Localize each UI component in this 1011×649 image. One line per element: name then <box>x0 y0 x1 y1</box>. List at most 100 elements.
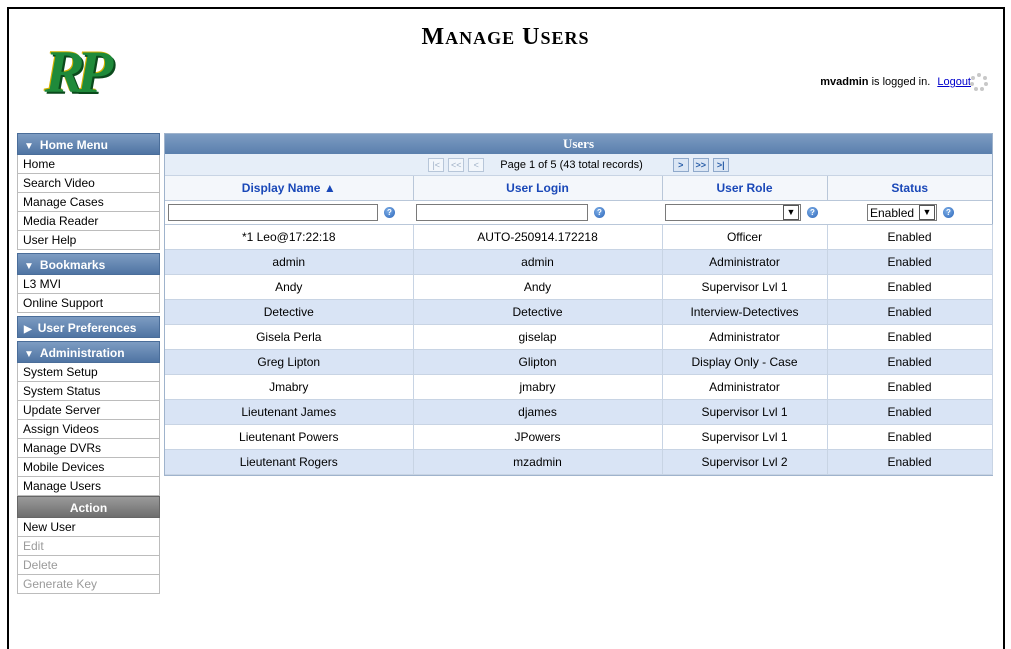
column-header-status[interactable]: Status <box>827 176 992 201</box>
next-5-pages-icon[interactable]: >> <box>692 157 709 172</box>
sidebar-item-assign-videos[interactable]: Assign Videos <box>17 420 160 439</box>
sidebar-item-l3-mvi[interactable]: L3 MVI <box>17 275 160 294</box>
table-row[interactable]: *1 Leo@17:22:18 AUTO-250914.172218 Officer… <box>165 224 993 250</box>
user-login-cell: Detective <box>413 299 663 325</box>
home-menu-header[interactable]: ▼ Home Menu <box>17 133 160 155</box>
display-name-cell: Lieutenant Rogers <box>165 449 414 475</box>
expand-triangle-icon: ▶ <box>24 324 32 335</box>
table-row[interactable]: Gisela Perla giselap Administrator Enabled <box>165 324 993 350</box>
help-icon[interactable]: ? <box>807 207 818 218</box>
status-cell: Enabled <box>827 299 993 325</box>
status-cell: Enabled <box>827 274 993 300</box>
table-row[interactable]: Jmabry jmabry Administrator Enabled <box>165 374 993 400</box>
delete-button[interactable]: Delete <box>17 556 160 575</box>
table-row[interactable]: Lieutenant Rogers mzadmin Supervisor Lvl 2… <box>165 449 993 475</box>
chevron-down-icon: ▼ <box>919 205 935 220</box>
section-title: Bookmarks <box>39 258 106 272</box>
help-icon[interactable]: ? <box>384 207 395 218</box>
user-role-filter-select[interactable]: ▼ <box>665 204 801 221</box>
user-role-cell: Supervisor Lvl 1 <box>662 274 828 300</box>
table-row[interactable]: admin admin Administrator Enabled <box>165 249 993 275</box>
title-rest: ANAGE <box>445 28 516 48</box>
user-login-cell: AUTO-250914.172218 <box>413 224 663 250</box>
user-role-cell: Supervisor Lvl 1 <box>662 424 828 450</box>
section-title: Administration <box>39 346 125 360</box>
user-login-cell: mzadmin <box>413 449 663 475</box>
table-row[interactable]: Greg Lipton Glipton Display Only - Case Ena… <box>165 349 993 375</box>
next-page-icon[interactable]: > <box>672 157 689 172</box>
user-role-cell: Supervisor Lvl 2 <box>662 449 828 475</box>
section-title: User Preferences <box>37 321 137 335</box>
user-login-cell: jmabry <box>413 374 663 400</box>
user-role-cell: Administrator <box>662 324 828 350</box>
administration-header[interactable]: ▼ Administration <box>17 341 160 363</box>
display-name-cell: Greg Lipton <box>165 349 414 375</box>
user-preferences-header[interactable]: ▶ User Preferences <box>17 316 160 338</box>
bookmarks-header[interactable]: ▼ Bookmarks <box>17 253 160 275</box>
title-cap: U <box>522 24 541 50</box>
column-header-user-role[interactable]: User Role <box>662 176 828 201</box>
page-title: MANAGE USERS <box>0 24 1011 51</box>
user-login-filter-input[interactable] <box>416 204 588 221</box>
user-login-cell: djames <box>413 399 663 425</box>
help-icon[interactable]: ? <box>594 207 605 218</box>
logged-in-text: is logged in. <box>871 76 931 88</box>
table-row[interactable]: Lieutenant James djames Supervisor Lvl 1 En… <box>165 399 993 425</box>
user-login-cell: Andy <box>413 274 663 300</box>
loading-spinner-icon <box>970 73 988 91</box>
status-cell: Enabled <box>827 449 993 475</box>
users-table: Display Name ▲ User Login User Role Stat… <box>165 176 993 475</box>
sidebar-item-system-setup[interactable]: System Setup <box>17 363 160 382</box>
generate-key-button[interactable]: Generate Key <box>17 575 160 594</box>
sidebar-item-mobile-devices[interactable]: Mobile Devices <box>17 458 160 477</box>
sidebar-item-media-reader[interactable]: Media Reader <box>17 212 160 231</box>
sidebar: ▼ Home Menu Home Search Video Manage Case… <box>17 133 160 594</box>
collapse-triangle-icon: ▼ <box>24 141 34 152</box>
status-filter-value: Enabled <box>870 205 915 220</box>
user-role-cell: Supervisor Lvl 1 <box>662 399 828 425</box>
status-cell: Enabled <box>827 349 993 375</box>
sidebar-item-manage-dvrs[interactable]: Manage DVRs <box>17 439 160 458</box>
collapse-triangle-icon: ▼ <box>24 261 34 272</box>
last-page-icon[interactable]: >| <box>712 157 729 172</box>
sidebar-item-online-support[interactable]: Online Support <box>17 294 160 313</box>
action-header: Action <box>17 496 160 518</box>
display-name-filter-input[interactable] <box>168 204 378 221</box>
first-page-icon[interactable]: |< <box>428 157 445 172</box>
display-name-cell: admin <box>165 249 414 275</box>
status-filter-select[interactable]: Enabled ▼ <box>867 204 937 221</box>
sidebar-item-system-status[interactable]: System Status <box>17 382 160 401</box>
login-status: mvadmin is logged in. Logout <box>820 76 971 88</box>
display-name-cell: Andy <box>165 274 414 300</box>
new-user-button[interactable]: New User <box>17 518 160 537</box>
sidebar-item-update-server[interactable]: Update Server <box>17 401 160 420</box>
user-role-cell: Interview-Detectives <box>662 299 828 325</box>
column-header-user-login[interactable]: User Login <box>413 176 663 201</box>
logout-link[interactable]: Logout <box>937 76 971 88</box>
display-name-cell: *1 Leo@17:22:18 <box>165 224 414 250</box>
status-cell: Enabled <box>827 399 993 425</box>
user-login-cell: admin <box>413 249 663 275</box>
users-panel: Users |< << < Page 1 of 5 (43 total reco… <box>164 133 993 476</box>
user-role-cell: Officer <box>662 224 828 250</box>
sidebar-item-search-video[interactable]: Search Video <box>17 174 160 193</box>
status-cell: Enabled <box>827 374 993 400</box>
user-role-cell: Administrator <box>662 374 828 400</box>
edit-button[interactable]: Edit <box>17 537 160 556</box>
prev-5-pages-icon[interactable]: << <box>448 157 465 172</box>
help-icon[interactable]: ? <box>943 207 954 218</box>
column-header-display-name[interactable]: Display Name ▲ <box>165 176 414 201</box>
status-cell: Enabled <box>827 224 993 250</box>
sidebar-item-manage-users[interactable]: Manage Users <box>17 477 160 496</box>
prev-page-icon[interactable]: < <box>468 157 485 172</box>
sidebar-item-user-help[interactable]: User Help <box>17 231 160 250</box>
table-row[interactable]: Detective Detective Interview-Detectives En… <box>165 299 993 325</box>
pagination-bar: |< << < Page 1 of 5 (43 total records) >… <box>165 154 992 176</box>
user-login-cell: Glipton <box>413 349 663 375</box>
table-row[interactable]: Andy Andy Supervisor Lvl 1 Enabled <box>165 274 993 300</box>
sidebar-item-home[interactable]: Home <box>17 155 160 174</box>
collapse-triangle-icon: ▼ <box>24 349 34 360</box>
table-row[interactable]: Lieutenant Powers JPowers Supervisor Lvl 1… <box>165 424 993 450</box>
sidebar-item-manage-cases[interactable]: Manage Cases <box>17 193 160 212</box>
status-cell: Enabled <box>827 324 993 350</box>
